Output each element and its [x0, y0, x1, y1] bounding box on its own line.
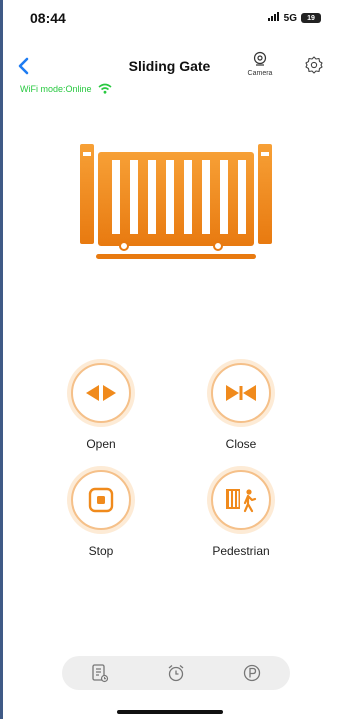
close-label: Close [225, 437, 257, 451]
pedestrian-control: Pedestrian [196, 470, 286, 558]
camera-label: Camera [247, 70, 273, 77]
home-indicator[interactable] [117, 710, 223, 714]
pedestrian-button[interactable] [211, 470, 271, 530]
stop-button[interactable] [71, 470, 131, 530]
status-time: 08:44 [30, 10, 66, 26]
open-label: Open [86, 437, 116, 451]
tab-parking[interactable] [240, 661, 264, 685]
close-control: Close [196, 363, 286, 451]
signal-icon [267, 12, 280, 24]
parking-icon [243, 664, 261, 682]
window-edge [0, 0, 3, 719]
open-arrows-icon [86, 385, 116, 401]
stop-icon [88, 487, 114, 513]
settings-button[interactable] [304, 55, 324, 75]
pedestrian-label: Pedestrian [212, 544, 270, 558]
pedestrian-icon [226, 489, 257, 513]
stop-label: Stop [88, 544, 114, 558]
network-type: 5G [283, 12, 297, 24]
camera-icon [253, 51, 267, 66]
battery-icon: 19 [301, 13, 321, 23]
camera-button[interactable]: Camera [242, 51, 278, 77]
tab-log[interactable] [88, 661, 112, 685]
page-title: Sliding Gate [128, 58, 211, 74]
open-button[interactable] [71, 363, 131, 423]
log-icon [92, 664, 109, 683]
wifi-status: WiFi mode:Online [20, 83, 112, 94]
status-indicators: 5G 19 [267, 12, 321, 24]
alarm-clock-icon [168, 665, 184, 682]
wifi-icon [98, 83, 112, 94]
wifi-status-text: WiFi mode:Online [20, 83, 92, 94]
close-button[interactable] [211, 363, 271, 423]
open-control: Open [56, 363, 146, 451]
sliding-gate-illustration [80, 144, 272, 259]
gear-icon [305, 56, 323, 74]
battery-level: 19 [307, 14, 315, 22]
close-arrows-icon [226, 385, 256, 401]
bottom-tab-bar [62, 656, 290, 690]
stop-control: Stop [56, 470, 146, 558]
tab-timer[interactable] [164, 661, 188, 685]
